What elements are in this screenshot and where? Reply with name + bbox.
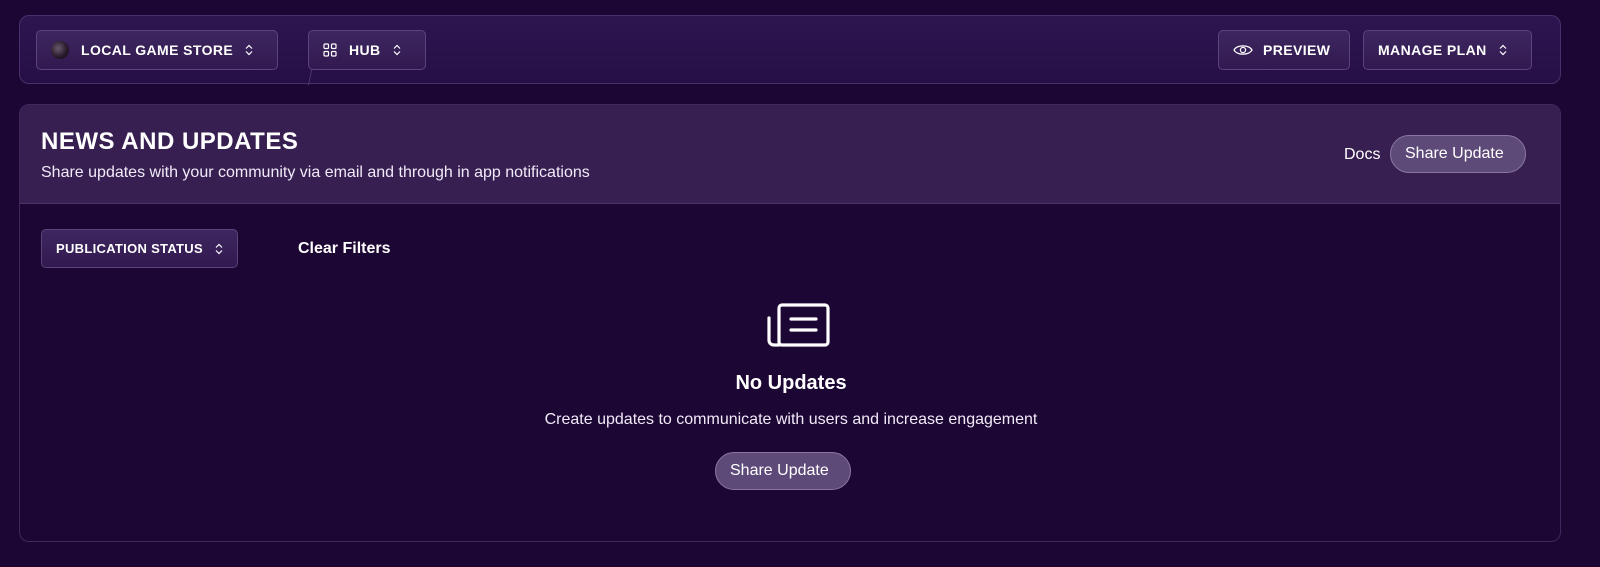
eye-icon <box>1233 45 1253 55</box>
panel-header: NEWS AND UPDATES Share updates with your… <box>20 105 1560 204</box>
publication-status-filter[interactable]: PUBLICATION STATUS <box>41 229 238 268</box>
empty-state-text: Create updates to communicate with users… <box>544 411 1038 428</box>
docs-link[interactable]: Docs <box>1344 146 1380 164</box>
page-subtitle: Share updates with your community via em… <box>41 164 590 181</box>
news-updates-panel: NEWS AND UPDATES Share updates with your… <box>19 104 1561 542</box>
store-selector-label: LOCAL GAME STORE <box>81 42 234 58</box>
page-title: NEWS AND UPDATES <box>41 128 299 155</box>
chevron-updown-icon <box>245 44 253 56</box>
empty-state-title: No Updates <box>735 372 847 394</box>
hub-selector[interactable]: HUB <box>308 30 426 70</box>
manage-plan-button[interactable]: MANAGE PLAN <box>1363 30 1532 70</box>
hub-selector-label: HUB <box>349 42 381 58</box>
preview-button-label: PREVIEW <box>1263 42 1331 58</box>
chevron-updown-icon <box>1499 44 1507 56</box>
publication-status-label: PUBLICATION STATUS <box>56 241 203 256</box>
top-toolbar: LOCAL GAME STORE HUB PREVIEW MANAGE PLAN <box>19 15 1561 86</box>
manage-plan-label: MANAGE PLAN <box>1378 42 1487 58</box>
share-update-button[interactable]: Share Update <box>1390 135 1526 173</box>
store-logo-icon <box>51 41 69 59</box>
clear-filters-link[interactable]: Clear Filters <box>298 240 390 258</box>
newspaper-icon <box>767 303 830 347</box>
empty-share-update-button[interactable]: Share Update <box>715 452 851 490</box>
chevron-updown-icon <box>215 243 223 254</box>
preview-button[interactable]: PREVIEW <box>1218 30 1350 70</box>
store-selector[interactable]: LOCAL GAME STORE <box>36 30 278 70</box>
chevron-updown-icon <box>393 44 400 56</box>
grid-icon <box>323 43 337 57</box>
